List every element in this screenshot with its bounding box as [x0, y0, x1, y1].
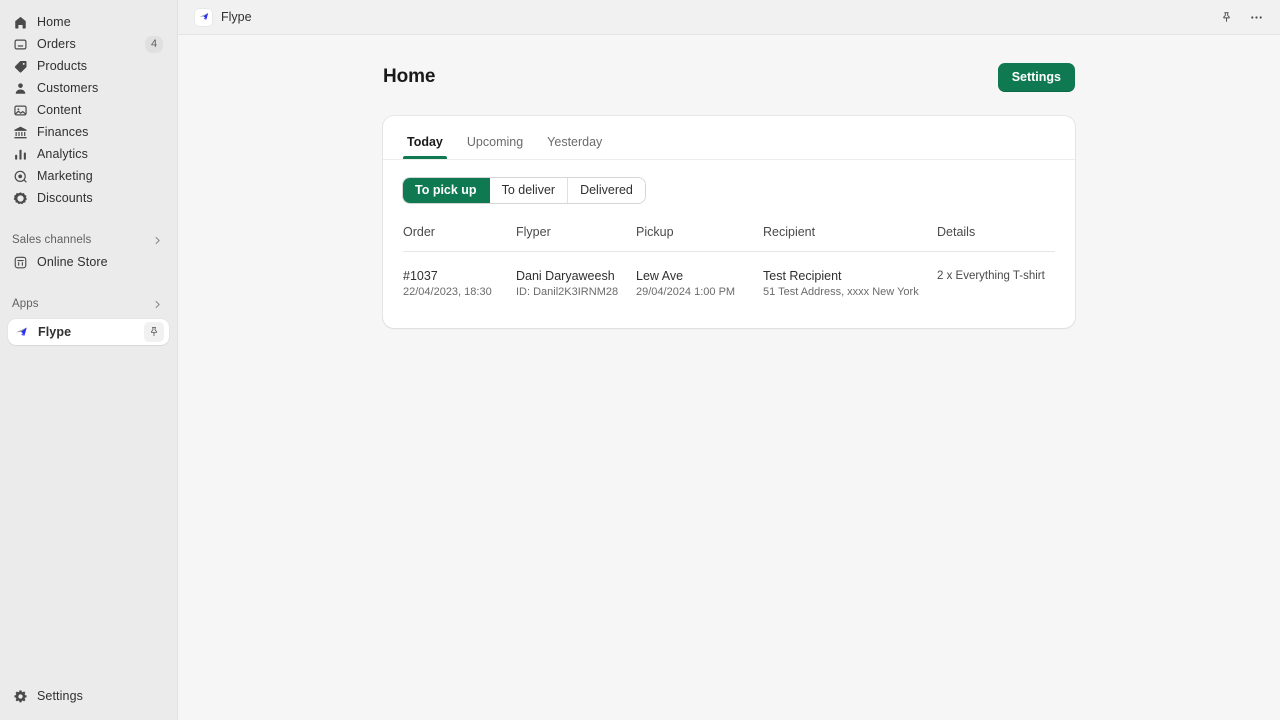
sidebar-item-online-store[interactable]: Online Store — [8, 251, 169, 273]
content-scroll: Home Settings Today Upcoming Yesterday T… — [178, 35, 1280, 720]
column-header-flyper: Flyper — [516, 225, 636, 252]
sidebar-item-label: Orders — [37, 37, 76, 51]
app-topbar: Flype — [178, 0, 1280, 35]
column-header-details: Details — [937, 225, 1055, 252]
orders-card: Today Upcoming Yesterday To pick up To d… — [383, 116, 1075, 328]
section-sales-channels[interactable]: Sales channels — [8, 229, 169, 251]
card-body: To pick up To deliver Delivered Order Fl… — [383, 160, 1075, 328]
topbar-app-title: Flype — [221, 10, 252, 24]
flype-logo-icon — [13, 324, 29, 340]
sidebar-item-label: Analytics — [37, 147, 88, 161]
page-header: Home Settings — [383, 59, 1075, 95]
orders-icon — [12, 36, 29, 53]
sidebar-item-label: Products — [37, 59, 87, 73]
chevron-right-icon — [152, 235, 163, 246]
sidebar-nav: Home Orders 4 Products Customers — [0, 11, 177, 209]
pickup-place: Lew Ave — [636, 268, 763, 284]
cell-recipient: Test Recipient 51 Test Address, xxxx New… — [763, 252, 937, 301]
page-title: Home — [383, 66, 435, 88]
sidebar-item-home[interactable]: Home — [8, 11, 169, 33]
flyper-id: ID: Danil2K3IRNM28 — [516, 285, 636, 300]
section-apps[interactable]: Apps — [8, 293, 169, 315]
online-store-icon — [12, 254, 29, 271]
tab-yesterday[interactable]: Yesterday — [535, 135, 614, 159]
tab-bar: Today Upcoming Yesterday — [383, 116, 1075, 160]
orders-badge: 4 — [145, 36, 163, 53]
gear-icon — [12, 688, 29, 705]
cell-pickup: Lew Ave 29/04/2024 1:00 PM — [636, 252, 763, 301]
sidebar-item-label: Flype — [38, 325, 71, 339]
cell-details: 2 x Everything T-shirt — [937, 252, 1055, 301]
sidebar-footer: Settings — [0, 685, 177, 707]
flype-logo-icon — [195, 9, 212, 26]
cell-flyper: Dani Daryaweesh ID: Danil2K3IRNM28 — [516, 252, 636, 301]
tab-upcoming[interactable]: Upcoming — [455, 135, 535, 159]
status-filter-group: To pick up To deliver Delivered — [403, 178, 645, 203]
customers-icon — [12, 80, 29, 97]
sidebar-item-discounts[interactable]: Discounts — [8, 187, 169, 209]
order-details: 2 x Everything T-shirt — [937, 268, 1055, 284]
sidebar-item-finances[interactable]: Finances — [8, 121, 169, 143]
sidebar-item-label: Content — [37, 103, 81, 117]
order-id: #1037 — [403, 268, 516, 284]
pin-icon[interactable] — [1214, 5, 1238, 29]
column-header-order: Order — [403, 225, 516, 252]
sidebar-item-products[interactable]: Products — [8, 55, 169, 77]
pin-icon[interactable] — [144, 322, 164, 342]
content-inner: Home Settings Today Upcoming Yesterday T… — [383, 35, 1075, 328]
products-icon — [12, 58, 29, 75]
tab-today[interactable]: Today — [395, 135, 455, 159]
sidebar-item-settings[interactable]: Settings — [8, 685, 169, 707]
marketing-icon — [12, 168, 29, 185]
finances-icon — [12, 124, 29, 141]
column-header-pickup: Pickup — [636, 225, 763, 252]
main-area: Flype Home Settings Today — [178, 0, 1280, 720]
recipient-address: 51 Test Address, xxxx New York — [763, 285, 937, 300]
sidebar-item-label: Settings — [37, 689, 83, 703]
order-date: 22/04/2023, 18:30 — [403, 285, 516, 300]
discounts-icon — [12, 190, 29, 207]
pickup-time: 29/04/2024 1:00 PM — [636, 285, 763, 300]
section-title: Sales channels — [12, 234, 91, 246]
sidebar-item-label: Finances — [37, 125, 89, 139]
filter-to-pick-up[interactable]: To pick up — [403, 178, 490, 203]
more-horizontal-icon[interactable] — [1244, 5, 1268, 29]
section-title: Apps — [12, 298, 39, 310]
table-header-row: Order Flyper Pickup Recipient Details — [403, 225, 1055, 252]
sidebar-item-label: Online Store — [37, 255, 108, 269]
sidebar: Home Orders 4 Products Customers — [0, 0, 178, 720]
sidebar-item-orders[interactable]: Orders 4 — [8, 33, 169, 55]
sidebar-item-label: Customers — [37, 81, 98, 95]
sidebar-item-label: Home — [37, 15, 71, 29]
table-row[interactable]: #1037 22/04/2023, 18:30 Dani Daryaweesh … — [403, 252, 1055, 301]
recipient-name: Test Recipient — [763, 268, 937, 284]
chevron-right-icon — [152, 299, 163, 310]
orders-table-body: #1037 22/04/2023, 18:30 Dani Daryaweesh … — [403, 252, 1055, 301]
cell-order: #1037 22/04/2023, 18:30 — [403, 252, 516, 301]
app-root: Home Orders 4 Products Customers — [0, 0, 1280, 720]
filter-delivered[interactable]: Delivered — [568, 178, 645, 203]
analytics-icon — [12, 146, 29, 163]
orders-table: Order Flyper Pickup Recipient Details — [403, 225, 1055, 300]
sidebar-item-customers[interactable]: Customers — [8, 77, 169, 99]
orders-table-head: Order Flyper Pickup Recipient Details — [403, 225, 1055, 252]
sidebar-item-content[interactable]: Content — [8, 99, 169, 121]
flyper-name: Dani Daryaweesh — [516, 268, 636, 284]
topbar-actions — [1214, 5, 1268, 29]
sidebar-item-label: Discounts — [37, 191, 93, 205]
topbar-app-button[interactable]: Flype — [190, 6, 257, 29]
column-header-recipient: Recipient — [763, 225, 937, 252]
home-icon — [12, 14, 29, 31]
sidebar-item-label: Marketing — [37, 169, 93, 183]
sidebar-item-flype[interactable]: Flype — [8, 319, 169, 345]
sidebar-item-analytics[interactable]: Analytics — [8, 143, 169, 165]
settings-button[interactable]: Settings — [998, 63, 1075, 92]
content-icon — [12, 102, 29, 119]
filter-to-deliver[interactable]: To deliver — [490, 178, 569, 203]
sidebar-item-marketing[interactable]: Marketing — [8, 165, 169, 187]
